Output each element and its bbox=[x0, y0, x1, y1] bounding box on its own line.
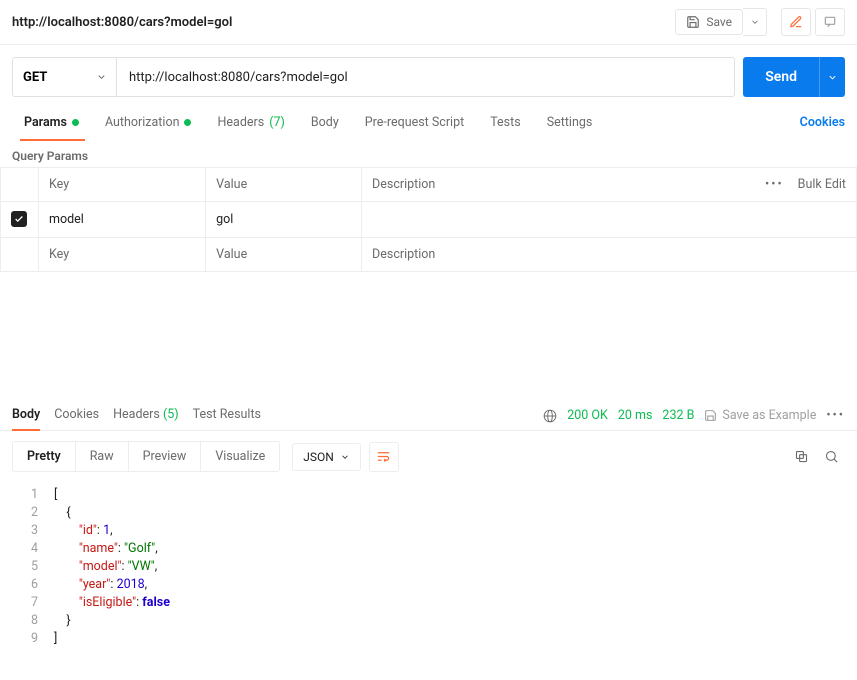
wrap-icon bbox=[376, 449, 391, 464]
resp-tab-cookies[interactable]: Cookies bbox=[54, 401, 99, 430]
response-body: 123456789 [ { "id": 1, "name": "Golf", "… bbox=[0, 482, 857, 652]
code-lines[interactable]: [ { "id": 1, "name": "Golf", "model": "V… bbox=[48, 482, 170, 652]
url-input[interactable] bbox=[117, 57, 735, 97]
copy-icon bbox=[794, 449, 809, 464]
save-example-label: Save as Example bbox=[722, 408, 816, 423]
breadcrumb: http://localhost:8080/cars?model=gol bbox=[12, 15, 665, 30]
table-row-empty[interactable]: Key Value Description bbox=[1, 238, 857, 272]
chevron-down-icon bbox=[340, 452, 350, 462]
view-segment: Pretty Raw Preview Visualize bbox=[12, 441, 280, 472]
line-gutter: 123456789 bbox=[0, 482, 48, 652]
col-value: Value bbox=[206, 168, 362, 202]
bulk-edit-link[interactable]: Bulk Edit bbox=[798, 177, 846, 192]
more-icon[interactable]: ••• bbox=[765, 177, 784, 192]
comment-button[interactable] bbox=[815, 8, 845, 36]
search-icon bbox=[824, 449, 839, 464]
comment-icon bbox=[823, 15, 837, 29]
save-button[interactable]: Save bbox=[675, 9, 743, 35]
save-dropdown[interactable] bbox=[743, 8, 767, 36]
resp-tab-label: Headers bbox=[113, 407, 160, 422]
param-key[interactable]: model bbox=[39, 202, 206, 238]
resp-tab-count: (5) bbox=[163, 407, 179, 422]
send-dropdown[interactable] bbox=[819, 57, 845, 97]
chevron-down-icon bbox=[750, 17, 760, 27]
tab-authorization[interactable]: Authorization bbox=[93, 105, 206, 140]
view-pretty[interactable]: Pretty bbox=[13, 442, 75, 471]
resp-tab-body[interactable]: Body bbox=[12, 401, 40, 430]
param-desc[interactable] bbox=[362, 202, 857, 238]
status-size: 232 B bbox=[662, 408, 694, 423]
param-value[interactable]: gol bbox=[206, 202, 362, 238]
dot-indicator bbox=[72, 119, 79, 126]
status-code: 200 OK bbox=[567, 408, 608, 423]
format-label: JSON bbox=[303, 450, 334, 464]
format-dropdown[interactable]: JSON bbox=[292, 443, 361, 471]
view-preview[interactable]: Preview bbox=[128, 442, 201, 471]
params-table: Key Value Description ••• Bulk Edit mode… bbox=[0, 167, 857, 272]
status-time: 20 ms bbox=[618, 408, 653, 423]
save-icon bbox=[704, 409, 717, 422]
col-description: Description ••• Bulk Edit bbox=[362, 168, 857, 202]
resp-tab-tests[interactable]: Test Results bbox=[193, 401, 261, 430]
save-label: Save bbox=[706, 15, 732, 29]
view-visualize[interactable]: Visualize bbox=[200, 442, 279, 471]
col-desc-label: Description bbox=[372, 177, 435, 192]
chevron-down-icon bbox=[827, 72, 838, 83]
tab-tests[interactable]: Tests bbox=[478, 105, 534, 140]
resp-tab-headers[interactable]: Headers (5) bbox=[113, 401, 178, 430]
wrap-toggle[interactable] bbox=[369, 442, 399, 472]
view-raw[interactable]: Raw bbox=[75, 442, 128, 471]
dot-indicator bbox=[184, 119, 191, 126]
tab-pre-request[interactable]: Pre-request Script bbox=[353, 105, 478, 140]
tab-params[interactable]: Params bbox=[12, 105, 93, 140]
desc-placeholder[interactable]: Description bbox=[362, 238, 857, 272]
tab-body[interactable]: Body bbox=[299, 105, 353, 140]
tab-label: Authorization bbox=[105, 115, 180, 130]
col-key: Key bbox=[39, 168, 206, 202]
tab-headers[interactable]: Headers (7) bbox=[205, 105, 298, 140]
tab-label: Headers bbox=[217, 115, 264, 130]
tab-label: Params bbox=[24, 115, 67, 130]
cookies-link[interactable]: Cookies bbox=[800, 105, 845, 140]
send-button[interactable]: Send bbox=[743, 57, 819, 97]
value-placeholder[interactable]: Value bbox=[206, 238, 362, 272]
key-placeholder[interactable]: Key bbox=[39, 238, 206, 272]
save-as-example[interactable]: Save as Example bbox=[704, 408, 816, 423]
method-select[interactable]: GET bbox=[12, 57, 117, 97]
search-button[interactable] bbox=[817, 443, 845, 471]
tab-settings[interactable]: Settings bbox=[535, 105, 607, 140]
save-icon bbox=[686, 15, 700, 29]
copy-button[interactable] bbox=[787, 443, 815, 471]
checkbox-checked[interactable] bbox=[11, 211, 27, 227]
tab-count: (7) bbox=[269, 115, 285, 130]
table-row[interactable]: model gol bbox=[1, 202, 857, 238]
globe-icon[interactable] bbox=[543, 409, 557, 423]
more-icon[interactable]: ••• bbox=[826, 408, 845, 423]
edit-button[interactable] bbox=[781, 8, 811, 36]
section-label: Query Params bbox=[0, 141, 857, 167]
pencil-icon bbox=[789, 15, 803, 29]
